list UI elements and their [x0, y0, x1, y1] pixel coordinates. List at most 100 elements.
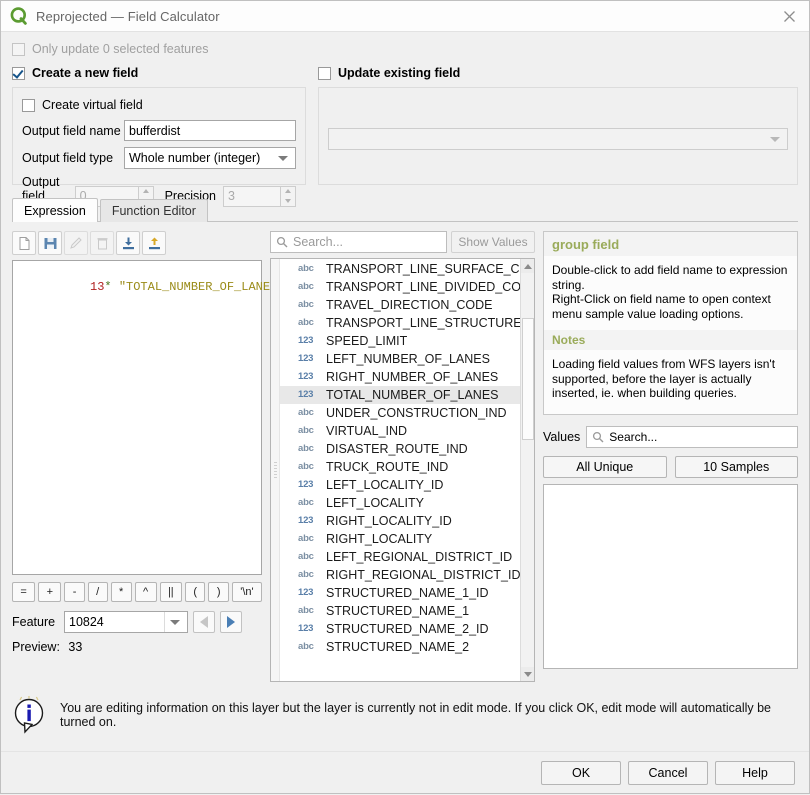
ten-samples-button[interactable]: 10 Samples [674, 456, 798, 478]
field-list-item[interactable]: abc UNDER_CONSTRUCTION_IND [280, 404, 520, 422]
new-expression-icon[interactable] [12, 231, 36, 255]
spin-up-icon[interactable] [139, 187, 153, 197]
operator-button-close-paren[interactable]: ) [208, 582, 229, 602]
field-list-item[interactable]: 123 RIGHT_LOCALITY_ID [280, 512, 520, 530]
feature-select[interactable]: 10824 [64, 611, 188, 633]
numeric-type-icon: 123 [298, 479, 314, 490]
field-list-item[interactable]: 123 RIGHT_NUMBER_OF_LANES [280, 368, 520, 386]
operator-button-concat[interactable]: || [159, 582, 183, 602]
values-label: Values [543, 430, 581, 444]
scrollbar-track[interactable] [521, 273, 535, 667]
text-type-icon: abc [298, 281, 314, 292]
field-list-item[interactable]: abc VIRTUAL_IND [280, 422, 520, 440]
field-list-item-label: RIGHT_LOCALITY [326, 532, 433, 546]
values-result-list[interactable] [543, 484, 798, 669]
existing-field-select[interactable] [328, 128, 788, 150]
output-field-name-label: Output field name [22, 123, 121, 138]
field-list-item[interactable]: abc TRANSPORT_LINE_STRUCTURE_... [280, 314, 520, 332]
field-list-item-label: VIRTUAL_IND [326, 424, 408, 438]
field-list-item-label: RIGHT_LOCALITY_ID [326, 514, 452, 528]
field-list-item[interactable]: 123 SPEED_LIMIT [280, 332, 520, 350]
operator-button-newline[interactable]: '\n' [231, 582, 262, 602]
spin-up-icon[interactable] [281, 187, 295, 197]
field-list-item[interactable]: abc TRANSPORT_LINE_SURFACE_C... [280, 260, 520, 278]
operator-button-equals[interactable]: = [12, 582, 36, 602]
expression-text-editor[interactable]: 13* "TOTAL_NUMBER_OF_LANES" +7 [12, 260, 306, 575]
update-existing-field-checkbox[interactable] [318, 66, 331, 80]
operator-button-multiply[interactable]: * [110, 582, 132, 602]
field-list-item[interactable]: 123 TOTAL_NUMBER_OF_LANES [280, 386, 520, 404]
operator-button-divide[interactable]: / [87, 582, 108, 602]
create-new-field-checkbox[interactable] [12, 66, 25, 80]
text-type-icon: abc [298, 497, 314, 508]
field-list-item[interactable]: abc LEFT_LOCALITY [280, 494, 520, 512]
tab-function-editor[interactable]: Function Editor [99, 199, 208, 222]
operator-button-plus[interactable]: + [38, 582, 62, 602]
field-list-item[interactable]: 123 LEFT_LOCALITY_ID [280, 476, 520, 494]
field-list-item[interactable]: abc RIGHT_LOCALITY [280, 530, 520, 548]
field-list-item[interactable]: abc RIGHT_REGIONAL_DISTRICT_ID [280, 566, 520, 584]
dialog-body: Only update 0 selected features Create a… [1, 38, 809, 682]
tab-expression[interactable]: Expression [12, 198, 98, 222]
field-list-item[interactable]: 123 STRUCTURED_NAME_2_ID [280, 620, 520, 638]
ok-button[interactable]: OK [541, 761, 621, 785]
splitter-handle[interactable] [271, 259, 280, 681]
field-list-item[interactable]: 123 LEFT_NUMBER_OF_LANES [280, 350, 520, 368]
help-panel: group field Double-click to add field na… [543, 231, 798, 415]
scroll-down-icon[interactable] [520, 667, 534, 681]
create-virtual-field-row[interactable]: Create virtual field [22, 96, 296, 114]
new-field-group: Create virtual field Output field name O… [12, 87, 306, 217]
operator-button-power[interactable]: ^ [134, 582, 157, 602]
field-list-item-label: STRUCTURED_NAME_1 [326, 604, 470, 618]
values-search-input[interactable]: Search... [586, 426, 798, 448]
update-existing-field-row[interactable]: Update existing field [318, 62, 798, 84]
field-list-item[interactable]: abc STRUCTURED_NAME_1 [280, 602, 520, 620]
create-new-field-row[interactable]: Create a new field [12, 62, 306, 84]
close-icon[interactable] [769, 1, 809, 31]
field-list-item[interactable]: abc DISASTER_ROUTE_IND [280, 440, 520, 458]
output-field-type-select[interactable]: Whole number (integer) [124, 147, 296, 169]
field-list-item-label: DISASTER_ROUTE_IND [326, 442, 468, 456]
preview-row: Preview: 33 [12, 640, 262, 654]
expression-token: "TOTAL_NUMBER_OF_LANES" [118, 280, 285, 294]
expression-token: 13 [90, 280, 105, 294]
field-list-scrollbar[interactable] [520, 259, 534, 681]
field-list-item[interactable]: abc LEFT_REGIONAL_DISTRICT_ID [280, 548, 520, 566]
values-load-buttons: All Unique 10 Samples [543, 456, 798, 478]
field-list[interactable]: abc TRANSPORT_LINE_SURFACE_C... abc TRANSPO… [270, 258, 535, 682]
delete-expression-icon [90, 231, 114, 255]
numeric-type-icon: 123 [298, 389, 314, 400]
field-list-item[interactable]: abc TRAVEL_DIRECTION_CODE [280, 296, 520, 314]
field-list-item[interactable]: 123 STRUCTURED_NAME_1_ID [280, 584, 520, 602]
help-button[interactable]: Help [715, 761, 795, 785]
field-list-item[interactable]: abc TRANSPORT_LINE_DIVIDED_CODE [280, 278, 520, 296]
field-list-item-label: SPEED_LIMIT [326, 334, 408, 348]
operator-button-open-paren[interactable]: ( [185, 582, 206, 602]
operator-buttons: = + - / * ^ || ( ) '\n' [12, 582, 262, 602]
all-unique-button[interactable]: All Unique [543, 456, 667, 478]
search-input[interactable]: Search... [270, 231, 447, 253]
scroll-up-icon[interactable] [520, 259, 534, 273]
output-field-name-input[interactable] [124, 120, 296, 141]
field-list-item[interactable]: abc TRUCK_ROUTE_IND [280, 458, 520, 476]
import-expressions-icon[interactable] [116, 231, 140, 255]
export-expressions-icon[interactable] [142, 231, 166, 255]
save-expression-icon[interactable] [38, 231, 62, 255]
only-update-selected-checkbox[interactable] [12, 42, 25, 56]
scrollbar-thumb[interactable] [521, 318, 534, 440]
show-values-button[interactable]: Show Values [451, 231, 535, 253]
values-search-placeholder: Search... [609, 430, 658, 444]
field-list-item-label: LEFT_REGIONAL_DISTRICT_ID [326, 550, 513, 564]
text-type-icon: abc [298, 551, 314, 562]
field-list-item-label: TRUCK_ROUTE_IND [326, 460, 449, 474]
cancel-button[interactable]: Cancel [628, 761, 708, 785]
only-update-selected-row[interactable]: Only update 0 selected features [12, 38, 798, 60]
values-search-row: Values Search... [543, 426, 798, 448]
edit-mode-info-bar: You are editing information on this laye… [12, 691, 798, 739]
field-list-item-label: RIGHT_REGIONAL_DISTRICT_ID [326, 568, 520, 582]
expression-token [112, 280, 119, 294]
field-list-item[interactable]: abc STRUCTURED_NAME_2 [280, 638, 520, 656]
create-virtual-field-checkbox[interactable] [22, 98, 35, 112]
operator-button-minus[interactable]: - [64, 582, 85, 602]
next-feature-icon[interactable] [220, 611, 242, 633]
